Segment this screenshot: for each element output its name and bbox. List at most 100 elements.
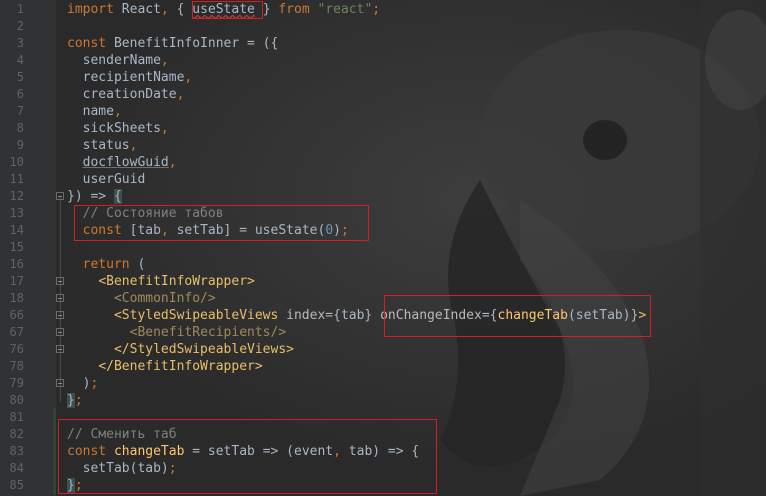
code-line[interactable]: }; — [67, 477, 83, 494]
code-token: <CommonInfo/> — [113, 291, 216, 306]
code-token: { — [113, 189, 122, 204]
code-token: // Состояние табов — [67, 206, 224, 221]
code-line[interactable]: creationDate, — [67, 86, 185, 103]
code-token: recipientName — [67, 70, 185, 85]
code-token: 0 — [325, 223, 334, 238]
code-token: senderName — [67, 53, 161, 68]
code-line[interactable]: const [tab, setTab] = useState(0); — [67, 222, 349, 239]
code-token: changeTab — [113, 444, 185, 459]
line-number: 84 — [9, 461, 24, 475]
code-token: ={ — [481, 308, 498, 323]
code-line[interactable]: return ( — [67, 256, 146, 273]
code-line[interactable]: const changeTab = setTab => (event, tab)… — [67, 443, 419, 460]
code-line[interactable]: setTab(tab); — [67, 460, 177, 477]
code-line[interactable]: }) => { — [67, 188, 122, 205]
line-number: 4 — [16, 53, 24, 67]
code-line[interactable]: name, — [67, 103, 122, 120]
code-token: , — [113, 104, 122, 119]
code-line[interactable]: import React, { useState } from "react"; — [67, 1, 380, 18]
code-token: ; — [168, 461, 177, 476]
code-token: creationDate — [67, 87, 177, 102]
line-number: 78 — [9, 359, 24, 373]
code-token: ; — [90, 376, 99, 391]
code-token: from — [278, 2, 310, 17]
code-line[interactable]: <BenefitRecipients/> — [67, 324, 287, 341]
line-number: 81 — [9, 410, 24, 424]
code-token: <BenefitRecipients/> — [129, 325, 287, 340]
code-token: > — [638, 308, 647, 323]
code-token: React — [113, 2, 161, 17]
fold-toggle-icon[interactable] — [56, 379, 64, 387]
vcs-change-marker — [53, 408, 56, 494]
fold-toggle-icon[interactable] — [56, 345, 64, 353]
code-token: tab) => { — [348, 444, 420, 459]
line-number: 67 — [9, 325, 24, 339]
line-number: 10 — [9, 155, 24, 169]
code-token: BenefitInfoInner = ({ — [113, 36, 279, 51]
code-line[interactable]: }; — [67, 392, 83, 409]
line-number: 5 — [16, 70, 24, 84]
line-number: 18 — [9, 291, 24, 305]
code-editor[interactable]: 1 import React, { useState } from "react"… — [0, 0, 766, 496]
code-token: ) — [67, 376, 91, 391]
line-number: 82 — [9, 427, 24, 441]
code-token: (setTab)} — [567, 308, 639, 323]
code-token: const — [67, 36, 114, 51]
fold-toggle-icon[interactable] — [56, 192, 64, 200]
code-token: , — [184, 70, 193, 85]
code-line[interactable]: ); — [67, 375, 99, 392]
code-line[interactable]: // Сменить таб — [67, 426, 177, 443]
code-line[interactable]: status, — [67, 137, 138, 154]
code-token: index — [286, 308, 326, 323]
code-line[interactable]: <StyledSwipeableViews index={tab} onChan… — [67, 307, 646, 324]
code-token: } — [254, 2, 279, 17]
line-number: 83 — [9, 444, 24, 458]
code-line[interactable]: senderName, — [67, 52, 169, 69]
code-line[interactable]: recipientName, — [67, 69, 193, 86]
code-token: <StyledSwipeableViews — [113, 308, 287, 323]
code-token: changeTab — [497, 308, 568, 323]
code-token: > — [247, 274, 255, 289]
code-token: , — [160, 53, 169, 68]
fold-toggle-icon[interactable] — [56, 328, 64, 336]
code-token: ; — [74, 393, 83, 408]
code-token: } — [67, 478, 75, 493]
code-token: setTab] = useState( — [176, 223, 326, 238]
fold-toggle-icon[interactable] — [56, 294, 64, 302]
code-line[interactable]: const BenefitInfoInner = ({ — [67, 35, 278, 52]
code-token: , — [176, 87, 185, 102]
code-token: name — [67, 104, 114, 119]
code-token: const — [67, 223, 130, 238]
code-line[interactable]: docflowGuid, — [67, 154, 177, 171]
code-token: , — [333, 444, 349, 459]
code-line[interactable]: </BenefitInfoWrapper> — [67, 358, 262, 375]
line-number: 8 — [16, 121, 24, 135]
fold-toggle-icon[interactable] — [56, 311, 64, 319]
code-token: = setTab => (event — [184, 444, 334, 459]
code-token: [tab — [129, 223, 161, 238]
code-line[interactable]: userGuid — [67, 171, 146, 188]
code-line[interactable]: // Состояние табов — [67, 205, 224, 222]
code-token: ) — [333, 223, 341, 238]
code-token: ; — [372, 2, 381, 17]
line-number: 6 — [16, 87, 24, 101]
line-number: 7 — [16, 104, 24, 118]
line-number: 2 — [16, 19, 24, 33]
line-number: 13 — [9, 206, 24, 220]
code-token: "react" — [317, 2, 373, 17]
code-token: return — [67, 257, 138, 272]
code-line[interactable]: <BenefitInfoWrapper> — [67, 273, 255, 290]
code-token: setTab(tab) — [67, 461, 169, 476]
code-token: ={tab} — [325, 308, 381, 323]
code-line[interactable]: </StyledSwipeableViews> — [67, 341, 294, 358]
fold-toggle-icon[interactable] — [56, 277, 64, 285]
code-line[interactable]: <CommonInfo/> — [67, 290, 216, 307]
code-line[interactable]: sickSheets, — [67, 120, 169, 137]
